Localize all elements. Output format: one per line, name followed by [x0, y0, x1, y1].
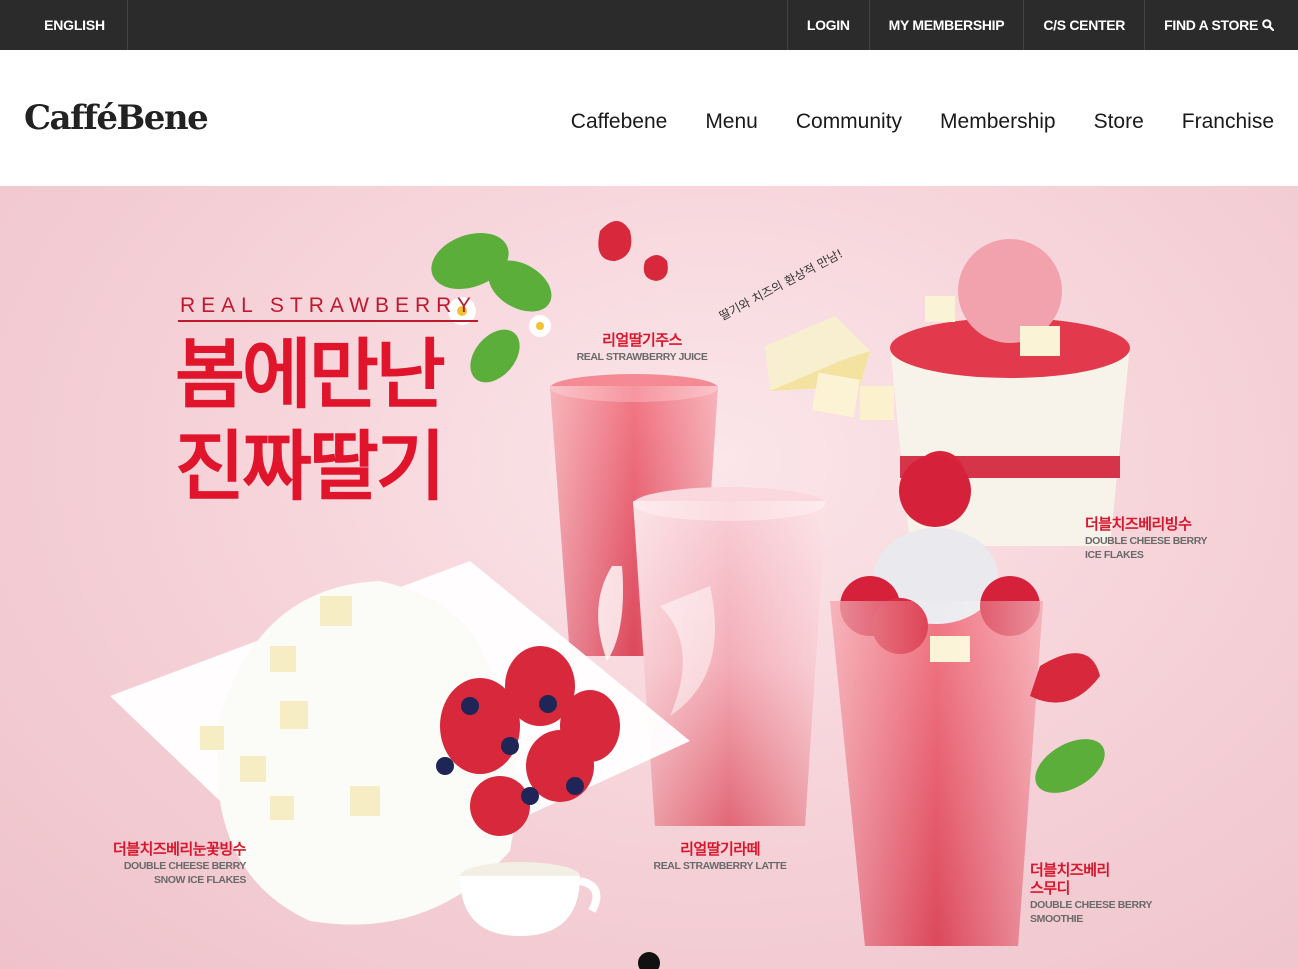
cs-center-link[interactable]: C/S CENTER [1023, 0, 1144, 50]
nav-franchise[interactable]: Franchise [1182, 108, 1274, 136]
main-navigation: Caffebene Menu Community Membership Stor… [533, 108, 1274, 136]
nav-menu[interactable]: Menu [705, 108, 758, 136]
nav-caffebene[interactable]: Caffebene [571, 108, 668, 136]
product-name-ko: 리얼딸기주스 [602, 332, 682, 349]
product-label-ice-flakes[interactable]: 더블치즈베리빙수 DOUBLE CHEESE BERRY ICE FLAKES [1085, 516, 1208, 562]
hero-eyebrow: REAL STRAWBERRY [180, 294, 477, 317]
eyebrow-underline [178, 320, 478, 322]
product-name-ko: 리얼딸기라떼 [680, 841, 760, 858]
product-name-en: DOUBLE CHEESE BERRY [1085, 535, 1208, 547]
product-name-ko: 더블치즈베리 [1030, 862, 1110, 879]
product-name-ko: 더블치즈베리눈꽃빙수 [112, 841, 247, 858]
nav-membership[interactable]: Membership [940, 108, 1056, 136]
product-name-en: DOUBLE CHEESE BERRY [1030, 899, 1153, 911]
product-name-en: REAL STRAWBERRY LATTE [653, 860, 787, 872]
cheese-wedge [765, 316, 894, 420]
find-store-link[interactable]: FIND A STORE [1144, 0, 1298, 50]
product-name-en: SNOW ICE FLAKES [153, 874, 246, 886]
my-membership-link[interactable]: MY MEMBERSHIP [868, 0, 1024, 50]
product-name-en: ICE FLAKES [1085, 549, 1144, 561]
search-icon [1262, 19, 1274, 31]
product-name-en: DOUBLE CHEESE BERRY [123, 860, 247, 872]
utility-links: LOGIN MY MEMBERSHIP C/S CENTER FIND A ST… [786, 0, 1298, 50]
hero-headline-line1: 봄에만난 [175, 333, 446, 418]
site-header: CafféBene Caffebene Menu Community Membe… [0, 50, 1298, 186]
language-toggle[interactable]: ENGLISH [22, 0, 128, 50]
product-name-en: SMOOTHIE [1030, 913, 1083, 925]
nav-store[interactable]: Store [1094, 108, 1144, 136]
find-store-label: FIND A STORE [1164, 17, 1258, 33]
product-name-en: REAL STRAWBERRY JUICE [576, 351, 708, 363]
product-name-ko: 더블치즈베리빙수 [1085, 516, 1192, 533]
nav-community[interactable]: Community [796, 108, 902, 136]
top-utility-bar: ENGLISH LOGIN MY MEMBERSHIP C/S CENTER F… [0, 0, 1298, 50]
login-link[interactable]: LOGIN [786, 0, 869, 50]
slide-indicator-dot[interactable] [638, 952, 660, 969]
caffebene-logo[interactable]: CafféBene [24, 98, 209, 138]
hero-banner[interactable]: REAL STRAWBERRY 봄에만난 진짜딸기 딸기와 치즈의 환상적 만남… [0, 186, 1298, 969]
product-name-ko: 스무디 [1030, 880, 1070, 897]
hero-headline-line2: 진짜딸기 [175, 425, 446, 510]
product-label-juice[interactable]: 리얼딸기주스 REAL STRAWBERRY JUICE [576, 332, 708, 364]
product-label-smoothie[interactable]: 더블치즈베리 스무디 DOUBLE CHEESE BERRY SMOOTHIE [1030, 862, 1153, 926]
product-label-latte[interactable]: 리얼딸기라떼 REAL STRAWBERRY LATTE [648, 841, 792, 873]
product-label-snow-ice[interactable]: 더블치즈베리눈꽃빙수 DOUBLE CHEESE BERRY SNOW ICE … [90, 841, 247, 887]
